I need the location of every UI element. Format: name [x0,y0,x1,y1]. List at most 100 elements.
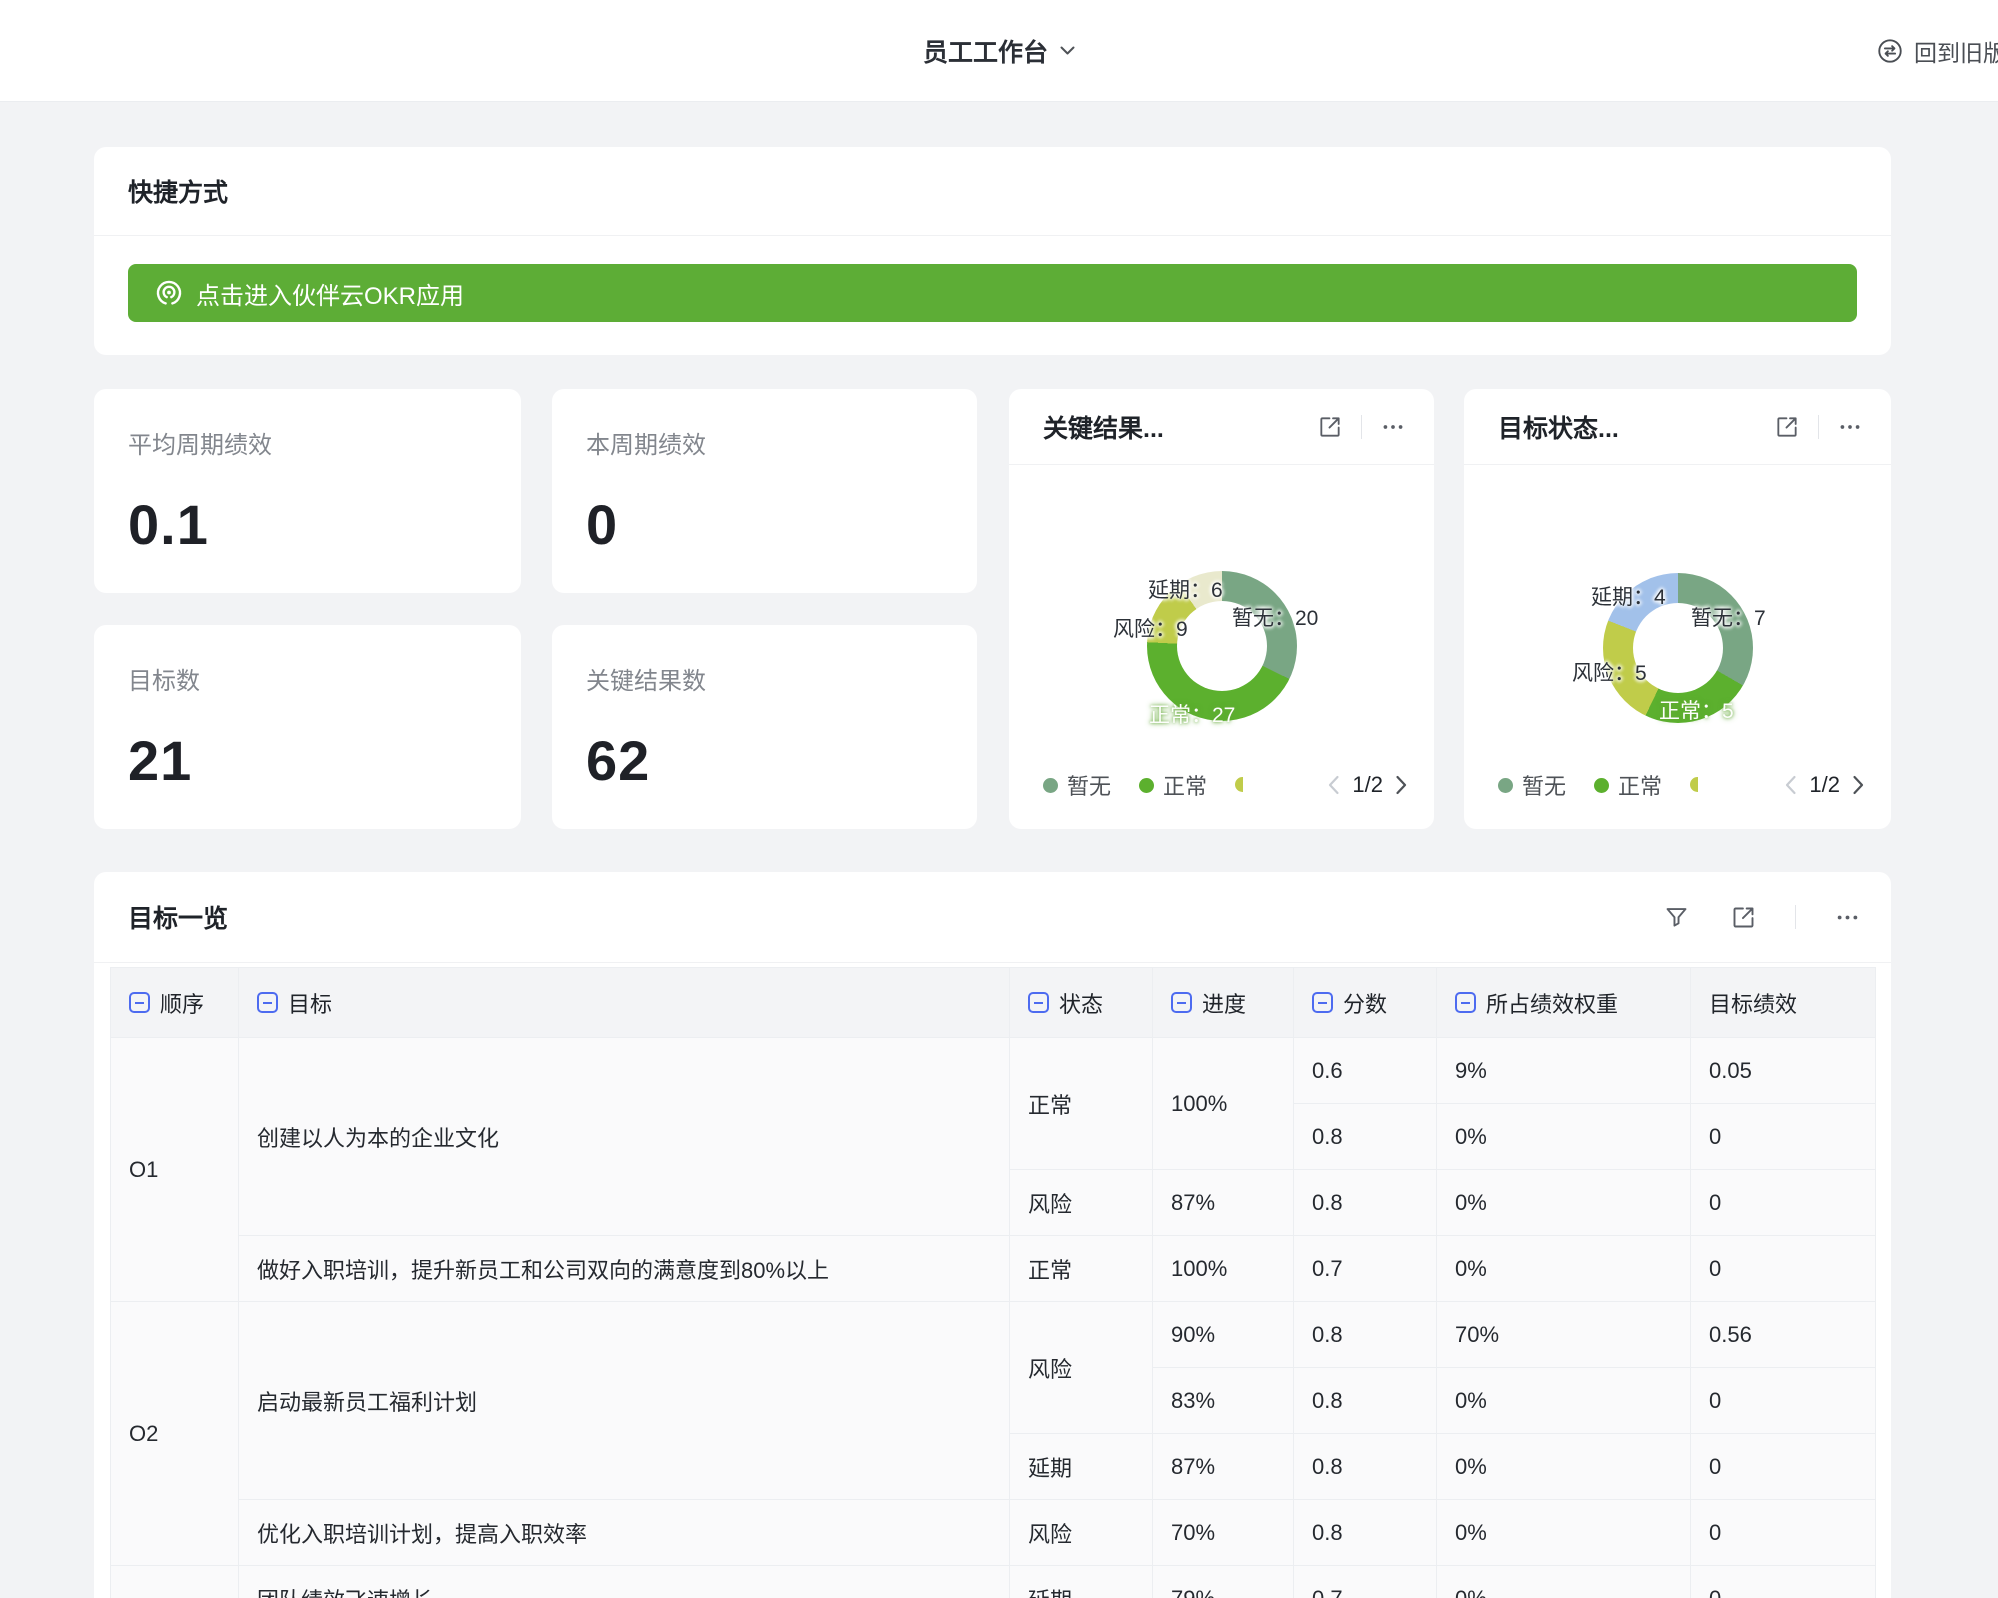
cell-progress: 87% [1153,1170,1294,1236]
cell-order: O2 [111,1302,239,1566]
chart-label-risk: 风险：9 [1113,613,1188,643]
stat-value: 21 [128,728,487,793]
donut-chart-area: 延期：6 暂无：20 风险：9 正常：27 暂无 正常 1/2 [1009,465,1434,829]
legend-dot-none [1498,778,1513,793]
legend-item-none[interactable]: 暂无 [1498,769,1566,801]
chart-label-risk: 风险：5 [1572,657,1647,687]
stat-label: 平均周期绩效 [128,425,487,460]
stat-value: 0.1 [128,492,487,557]
table-card-title: 目标一览 [128,899,228,935]
external-link-icon[interactable] [1317,414,1343,440]
collapse-column-icon[interactable] [129,992,150,1013]
cell-score: 0.7 [1294,1566,1437,1598]
external-link-icon[interactable] [1774,414,1800,440]
stat-label: 本周期绩效 [586,425,943,460]
legend-item-normal[interactable]: 正常 [1594,769,1662,801]
cell-progress: 100% [1153,1038,1294,1170]
col-header-weight: 所占绩效权重 [1437,968,1691,1038]
open-okr-app-button[interactable]: 点击进入伙伴云OKR应用 [128,264,1857,322]
cell-status: 风险 [1010,1170,1153,1236]
legend-prev-page-icon[interactable] [1784,775,1797,795]
col-header-score: 分数 [1294,968,1437,1038]
stat-card-objective-count: 目标数 21 [94,625,521,829]
shortcut-card: 快捷方式 点击进入伙伴云OKR应用 [94,147,1891,355]
cell-status: 延期 [1010,1566,1153,1598]
cell-performance: 0 [1691,1170,1876,1236]
collapse-column-icon[interactable] [1455,992,1476,1013]
col-header-order: 顺序 [111,968,239,1038]
cell-weight: 0% [1437,1236,1691,1302]
legend-item-none[interactable]: 暂无 [1043,769,1111,801]
stat-card-avg-cycle-performance: 平均周期绩效 0.1 [94,389,521,593]
shortcut-card-title: 快捷方式 [128,173,228,209]
legend-next-page-icon[interactable] [1852,775,1865,795]
cell-objective: 启动最新员工福利计划 [239,1302,1010,1500]
more-options-icon[interactable] [1837,414,1863,440]
legend-item-risk-clipped[interactable] [1235,777,1243,793]
cell-status: 风险 [1010,1500,1153,1566]
col-header-progress: 进度 [1153,968,1294,1038]
cell-objective: 优化入职培训计划，提高入职效率 [239,1500,1010,1566]
cell-progress: 90% [1153,1302,1294,1368]
cell-progress: 100% [1153,1236,1294,1302]
legend-item-normal[interactable]: 正常 [1139,769,1207,801]
objective-table: 顺序 目标 状态 进度 分数 所占绩效权重 目标绩效 O1 创建以人为本的企业文… [110,967,1875,1598]
cell-score: 0.8 [1294,1368,1437,1434]
cell-performance: 0 [1691,1500,1876,1566]
stat-value: 0 [586,492,943,557]
cell-performance: 0 [1691,1566,1876,1598]
chart-label-none: 暂无：20 [1232,602,1318,632]
cell-objective: 创建以人为本的企业文化 [239,1038,1010,1236]
external-link-icon[interactable] [1730,904,1757,931]
cell-weight: 0% [1437,1566,1691,1598]
table-row: 团队绩效飞速增长 延期 79% 0.7 0% 0 [111,1566,1876,1598]
cell-score: 0.8 [1294,1434,1437,1500]
cell-score: 0.7 [1294,1236,1437,1302]
objective-list-card: 目标一览 [94,872,1891,1598]
legend-item-risk-clipped[interactable] [1690,777,1698,793]
chart-label-overdue: 延期：6 [1148,574,1223,604]
more-options-icon[interactable] [1380,414,1406,440]
legend-prev-page-icon[interactable] [1327,775,1340,795]
cell-progress: 83% [1153,1368,1294,1434]
cell-performance: 0 [1691,1434,1876,1500]
chart-label-overdue: 延期：4 [1591,581,1666,611]
col-header-objective: 目标 [239,968,1010,1038]
divider [1795,905,1796,929]
workspace-switcher[interactable]: 员工工作台 [0,0,1998,102]
col-header-performance: 目标绩效 [1691,968,1876,1038]
legend-label-normal: 正常 [1618,769,1662,801]
back-to-old-label: 回到旧版 [1914,34,1998,68]
chart-card-title: 目标状态... [1498,409,1619,445]
cell-weight: 0% [1437,1170,1691,1236]
divider [1818,415,1819,439]
legend-next-page-icon[interactable] [1395,775,1408,795]
chart-label-normal: 正常：5 [1659,695,1734,725]
legend-dot-normal [1594,778,1609,793]
switch-version-icon [1876,37,1904,65]
cell-objective: 做好入职培训，提升新员工和公司双向的满意度到80%以上 [239,1236,1010,1302]
cell-order [111,1566,239,1598]
filter-icon[interactable] [1663,904,1690,931]
chart-label-normal: 正常：27 [1149,699,1235,729]
stat-label: 关键结果数 [586,661,943,696]
cell-performance: 0.05 [1691,1038,1876,1104]
collapse-column-icon[interactable] [1028,992,1049,1013]
cell-weight: 0% [1437,1434,1691,1500]
back-to-old-version-button[interactable]: 回到旧版 [1876,0,1998,102]
cell-weight: 70% [1437,1302,1691,1368]
cell-objective: 团队绩效飞速增长 [239,1566,1010,1598]
collapse-column-icon[interactable] [1312,992,1333,1013]
cell-performance: 0.56 [1691,1302,1876,1368]
collapse-column-icon[interactable] [257,992,278,1013]
cell-weight: 0% [1437,1500,1691,1566]
stat-card-current-cycle-performance: 本周期绩效 0 [552,389,977,593]
collapse-column-icon[interactable] [1171,992,1192,1013]
cell-score: 0.8 [1294,1500,1437,1566]
legend-label-normal: 正常 [1163,769,1207,801]
more-options-icon[interactable] [1834,904,1861,931]
cell-status: 延期 [1010,1434,1153,1500]
cell-weight: 0% [1437,1368,1691,1434]
legend-dot-none [1043,778,1058,793]
cell-status: 正常 [1010,1236,1153,1302]
